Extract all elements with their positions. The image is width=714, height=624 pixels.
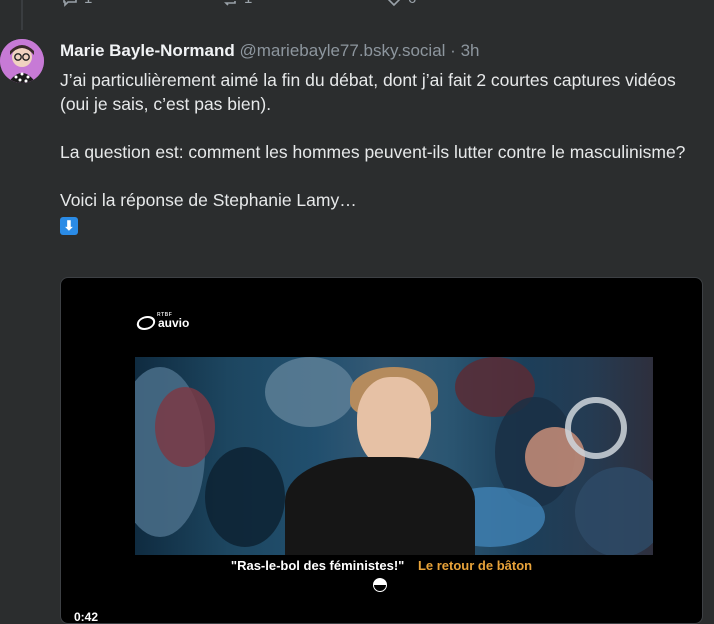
post[interactable]: Marie Bayle-Normand @mariebayle77.bsky.s…	[60, 40, 700, 236]
rtbf-logo-text: RTBF	[157, 312, 173, 318]
auvio-logo-mark-icon	[135, 316, 157, 330]
down-arrow-emoji-icon: ⬇	[60, 217, 78, 235]
reply-button[interactable]: 1	[62, 0, 92, 7]
header-separator: ·	[450, 41, 456, 60]
previous-post-actions: 1 1 6	[0, 0, 714, 10]
reply-count: 1	[84, 0, 92, 7]
video-timecode: 0:42	[69, 608, 104, 623]
more-options-button[interactable]	[546, 0, 562, 6]
heart-icon	[388, 0, 400, 6]
like-button[interactable]: 6	[386, 0, 416, 7]
caption-subtitle: Le retour de bâton	[417, 558, 533, 573]
video-player[interactable]: RTBF auvio "Ras-le-bol des féministes!" …	[60, 277, 703, 624]
avatar[interactable]	[0, 39, 44, 83]
post-paragraph-3: Voici la réponse de Stephanie Lamy…	[60, 190, 357, 210]
reply-icon	[63, 0, 77, 7]
repost-button[interactable]: 1	[222, 0, 252, 7]
author-name[interactable]: Marie Bayle-Normand	[60, 41, 235, 60]
video-frame	[135, 357, 653, 555]
repost-icon	[224, 0, 236, 6]
more-icon	[546, 0, 562, 6]
post-header: Marie Bayle-Normand @mariebayle77.bsky.s…	[60, 40, 700, 62]
post-text: J’ai particulièrement aimé la fin du déb…	[60, 68, 700, 236]
post-paragraph-2: La question est: comment les hommes peuv…	[60, 142, 686, 162]
video-caption: "Ras-le-bol des féministes!" Le retour d…	[61, 558, 702, 573]
half-circle-icon	[373, 578, 387, 592]
like-count: 6	[408, 0, 416, 7]
avatar-illustration	[0, 39, 44, 83]
author-handle[interactable]: @mariebayle77.bsky.social	[240, 41, 446, 60]
auvio-logo: RTBF auvio	[135, 312, 190, 330]
auvio-logo-text: auvio	[158, 316, 190, 330]
post-time[interactable]: 3h	[461, 41, 480, 60]
repost-count: 1	[244, 0, 252, 7]
caption-quote: "Ras-le-bol des féministes!"	[230, 558, 405, 573]
post-paragraph-1: J’ai particulièrement aimé la fin du déb…	[60, 70, 676, 114]
